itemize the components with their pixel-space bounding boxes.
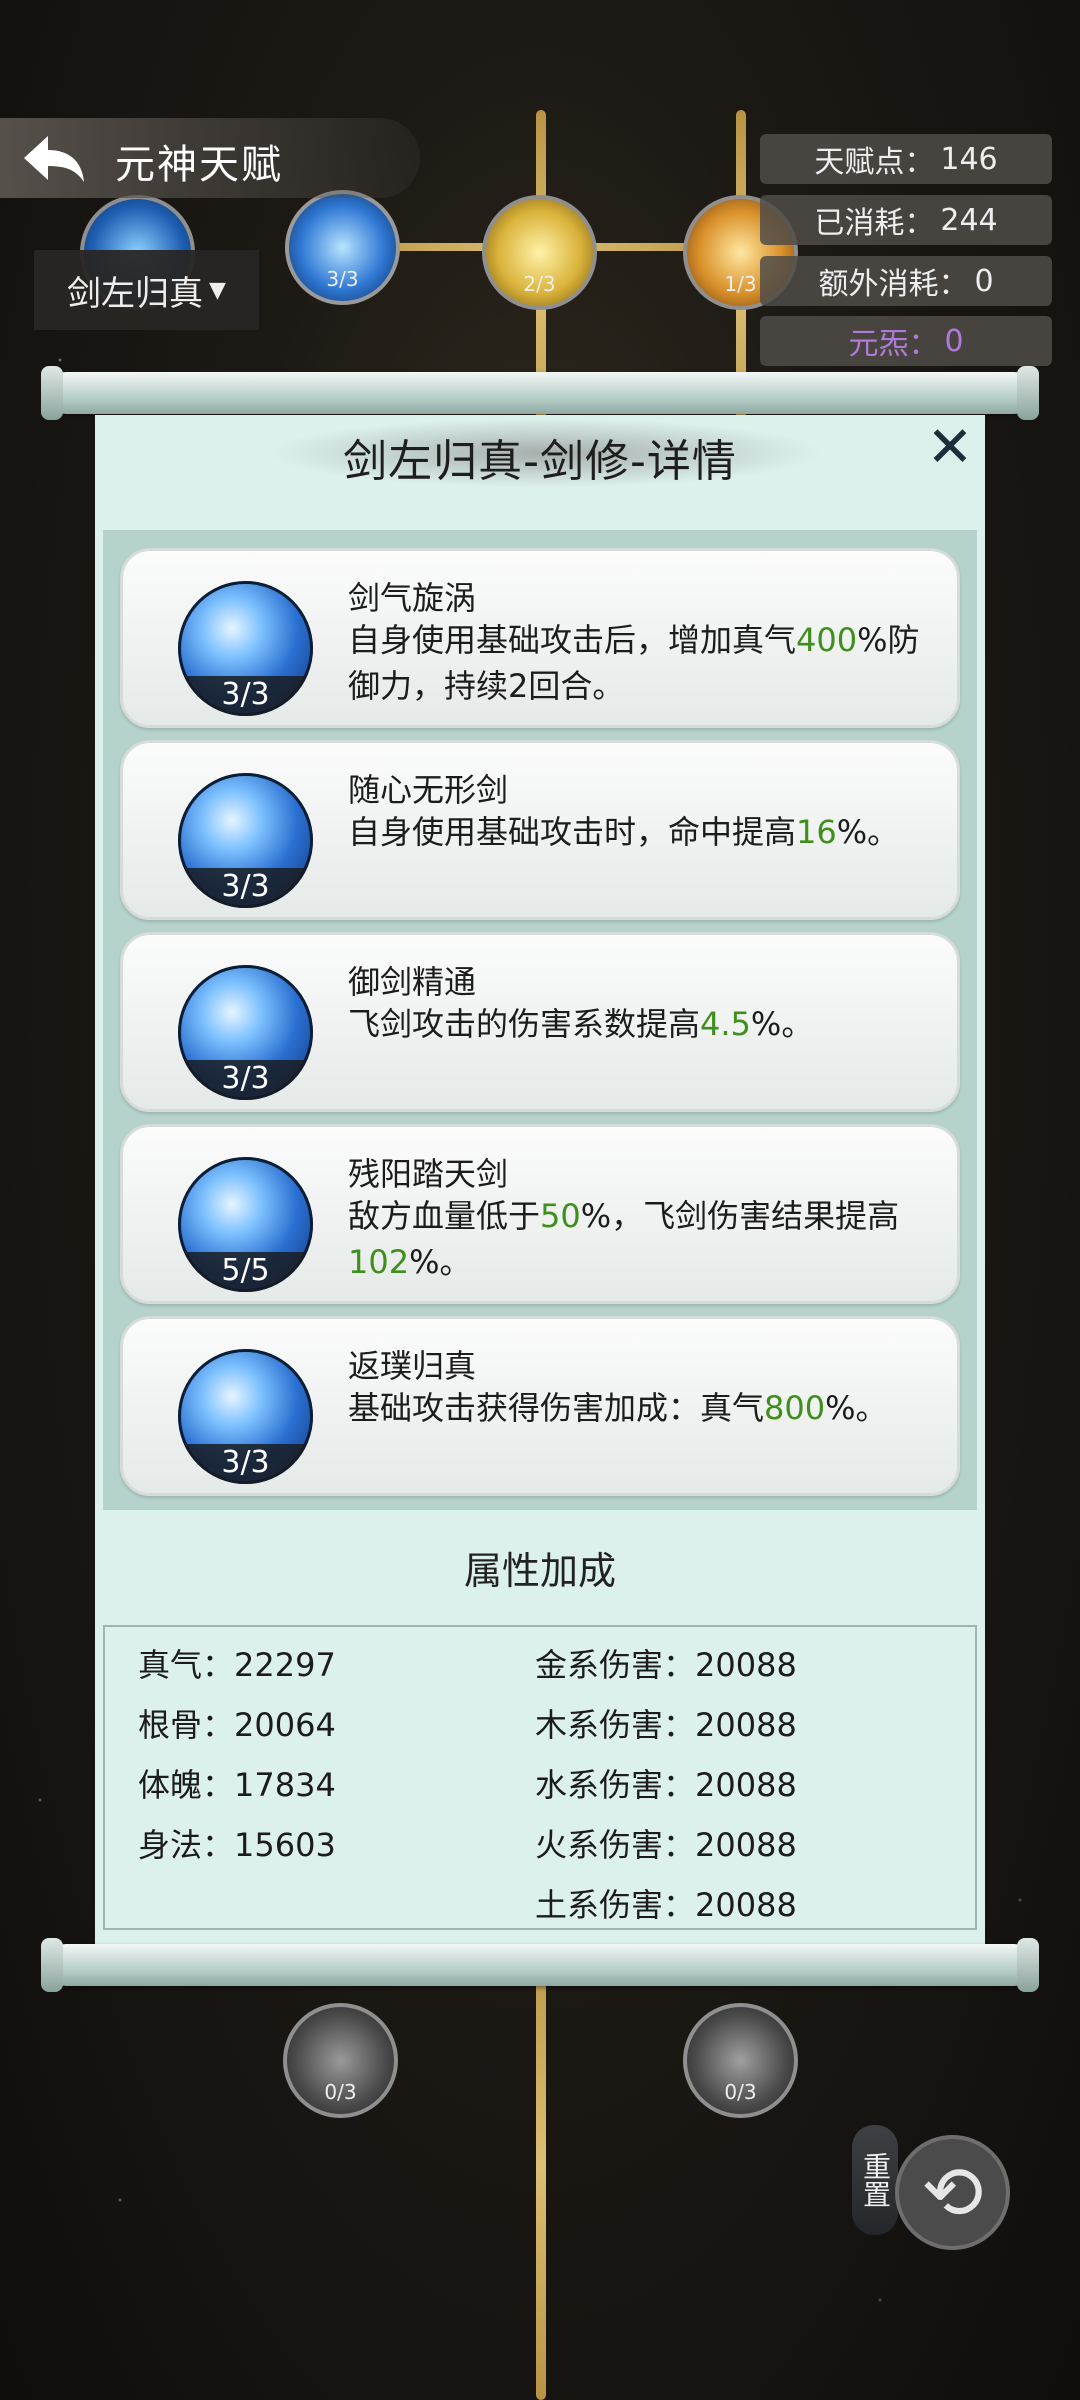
scroll-rod-top <box>41 366 1039 420</box>
page-title: 元神天赋 <box>115 142 283 188</box>
attr-left: 根骨：20064 <box>138 1706 336 1744</box>
skill-card: 3/3 剑气旋涡 自身使用基础攻击后，增加真气400%防御力，持续2回合。 <box>120 548 960 728</box>
skill-desc: 基础攻击获得伤害加成：真气800%。 <box>348 1389 888 1427</box>
attr-right: 火系伤害：20088 <box>535 1826 797 1864</box>
element-stat: 元炁： 0 <box>760 316 1052 366</box>
attr-left: 体魄：17834 <box>138 1766 336 1804</box>
consumed-stat: 已消耗： 244 <box>760 195 1052 245</box>
talent-node-locked[interactable]: 0/3 <box>683 2003 798 2118</box>
skill-card: 5/5 残阳踏天剑 敌方血量低于50%，飞剑伤害结果提高102%。 <box>120 1124 960 1304</box>
reset-icon[interactable]: ⟲ <box>895 2135 1010 2250</box>
skill-name: 随心无形剑 <box>348 771 509 809</box>
sword-vortex-icon: 3/3 <box>178 581 313 716</box>
talent-node-sword-vortex[interactable]: 3/3 <box>285 190 400 305</box>
chevron-down-icon: ▼ <box>209 277 226 303</box>
sunset-sword-icon: 5/5 <box>178 1157 313 1292</box>
skill-desc: 飞剑攻击的伤害系数提高4.5%。 <box>348 1005 814 1043</box>
formless-sword-icon: 3/3 <box>178 773 313 908</box>
panel-title: 剑左归真-剑修-详情 <box>343 436 737 487</box>
attr-right: 木系伤害：20088 <box>535 1706 797 1744</box>
talent-points-stat: 天赋点： 146 <box>760 134 1052 184</box>
close-icon[interactable]: ✕ <box>920 420 980 480</box>
back-arrow-icon[interactable] <box>18 128 88 188</box>
return-to-origin-icon: 3/3 <box>178 1349 313 1484</box>
scroll-rod-bottom <box>41 1938 1039 1992</box>
reset-label: 重置 <box>852 2125 898 2235</box>
talent-node-gold-1[interactable]: 2/3 <box>482 195 597 310</box>
skill-card: 3/3 随心无形剑 自身使用基础攻击时，命中提高16%。 <box>120 740 960 920</box>
tree-selector-label: 剑左归真 <box>67 273 204 314</box>
attr-left: 身法：15603 <box>138 1826 336 1864</box>
attribute-bonus-title: 属性加成 <box>463 1549 616 1593</box>
talent-node-locked[interactable]: 0/3 <box>283 2003 398 2118</box>
skill-card: 3/3 御剑精通 飞剑攻击的伤害系数提高4.5%。 <box>120 932 960 1112</box>
tree-selector-dropdown[interactable]: 剑左归真 ▼ <box>34 250 259 330</box>
skill-desc: 自身使用基础攻击时，命中提高16%。 <box>348 813 900 851</box>
sword-mastery-icon: 3/3 <box>178 965 313 1100</box>
attr-left: 真气：22297 <box>138 1646 336 1684</box>
tree-line <box>536 1930 546 2400</box>
attr-right: 金系伤害：20088 <box>535 1646 797 1684</box>
attr-right: 水系伤害：20088 <box>535 1766 797 1804</box>
skill-name: 御剑精通 <box>348 963 477 1001</box>
extra-consumed-stat: 额外消耗： 0 <box>760 256 1052 306</box>
skill-name: 剑气旋涡 <box>348 579 477 617</box>
skill-desc: 自身使用基础攻击后，增加真气400%防御力，持续2回合。 <box>348 621 920 705</box>
skill-name: 返璞归真 <box>348 1347 477 1385</box>
skill-desc: 敌方血量低于50%，飞剑伤害结果提高102%。 <box>348 1197 900 1281</box>
attr-right: 土系伤害：20088 <box>535 1886 797 1924</box>
skill-name: 残阳踏天剑 <box>348 1155 509 1193</box>
skill-card: 3/3 返璞归真 基础攻击获得伤害加成：真气800%。 <box>120 1316 960 1496</box>
